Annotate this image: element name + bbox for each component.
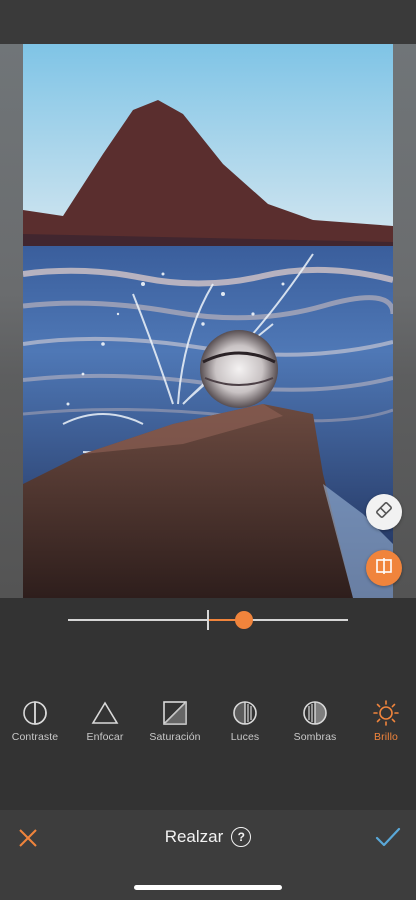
tool-focus[interactable]: Enfocar (70, 700, 140, 743)
compare-button[interactable] (366, 550, 402, 586)
confirm-button[interactable] (374, 826, 402, 850)
shadows-icon (302, 700, 328, 731)
compare-icon (374, 556, 394, 581)
tool-saturation[interactable]: Saturación (140, 700, 210, 743)
sun-icon (372, 699, 400, 732)
eraser-button[interactable] (366, 494, 402, 530)
saturation-icon (162, 700, 188, 731)
page-title: Realzar (164, 827, 224, 846)
tool-lights[interactable]: Luces (210, 700, 280, 743)
tool-label: Sombras (293, 731, 337, 743)
tool-label: Enfocar (86, 731, 124, 743)
slider-center-mark (207, 610, 209, 630)
status-bar (0, 0, 416, 44)
tool-brightness[interactable]: Brillo (351, 699, 416, 743)
home-indicator (134, 885, 282, 890)
bottom-bar: Realzar ? (0, 810, 416, 900)
eraser-icon (374, 500, 394, 525)
tool-label: Contraste (11, 731, 59, 743)
contrast-icon (22, 700, 48, 731)
adjustment-toolbar: Contraste Enfocar Saturación Luces Sombr… (0, 699, 416, 750)
triangle-icon (91, 700, 119, 731)
tool-label: Saturación (149, 731, 201, 743)
tool-label: Luces (230, 731, 260, 743)
lights-icon (232, 700, 258, 731)
screen-title: Realzar ? (0, 827, 416, 847)
help-button[interactable]: ? (231, 827, 252, 847)
tool-contrast[interactable]: Contraste (0, 700, 70, 743)
intensity-slider[interactable] (68, 608, 348, 632)
tool-label: Brillo (374, 731, 398, 743)
slider-thumb[interactable] (235, 611, 253, 629)
photo-preview (23, 44, 393, 598)
checkmark-icon (374, 827, 402, 854)
tool-shadows[interactable]: Sombras (280, 700, 350, 743)
